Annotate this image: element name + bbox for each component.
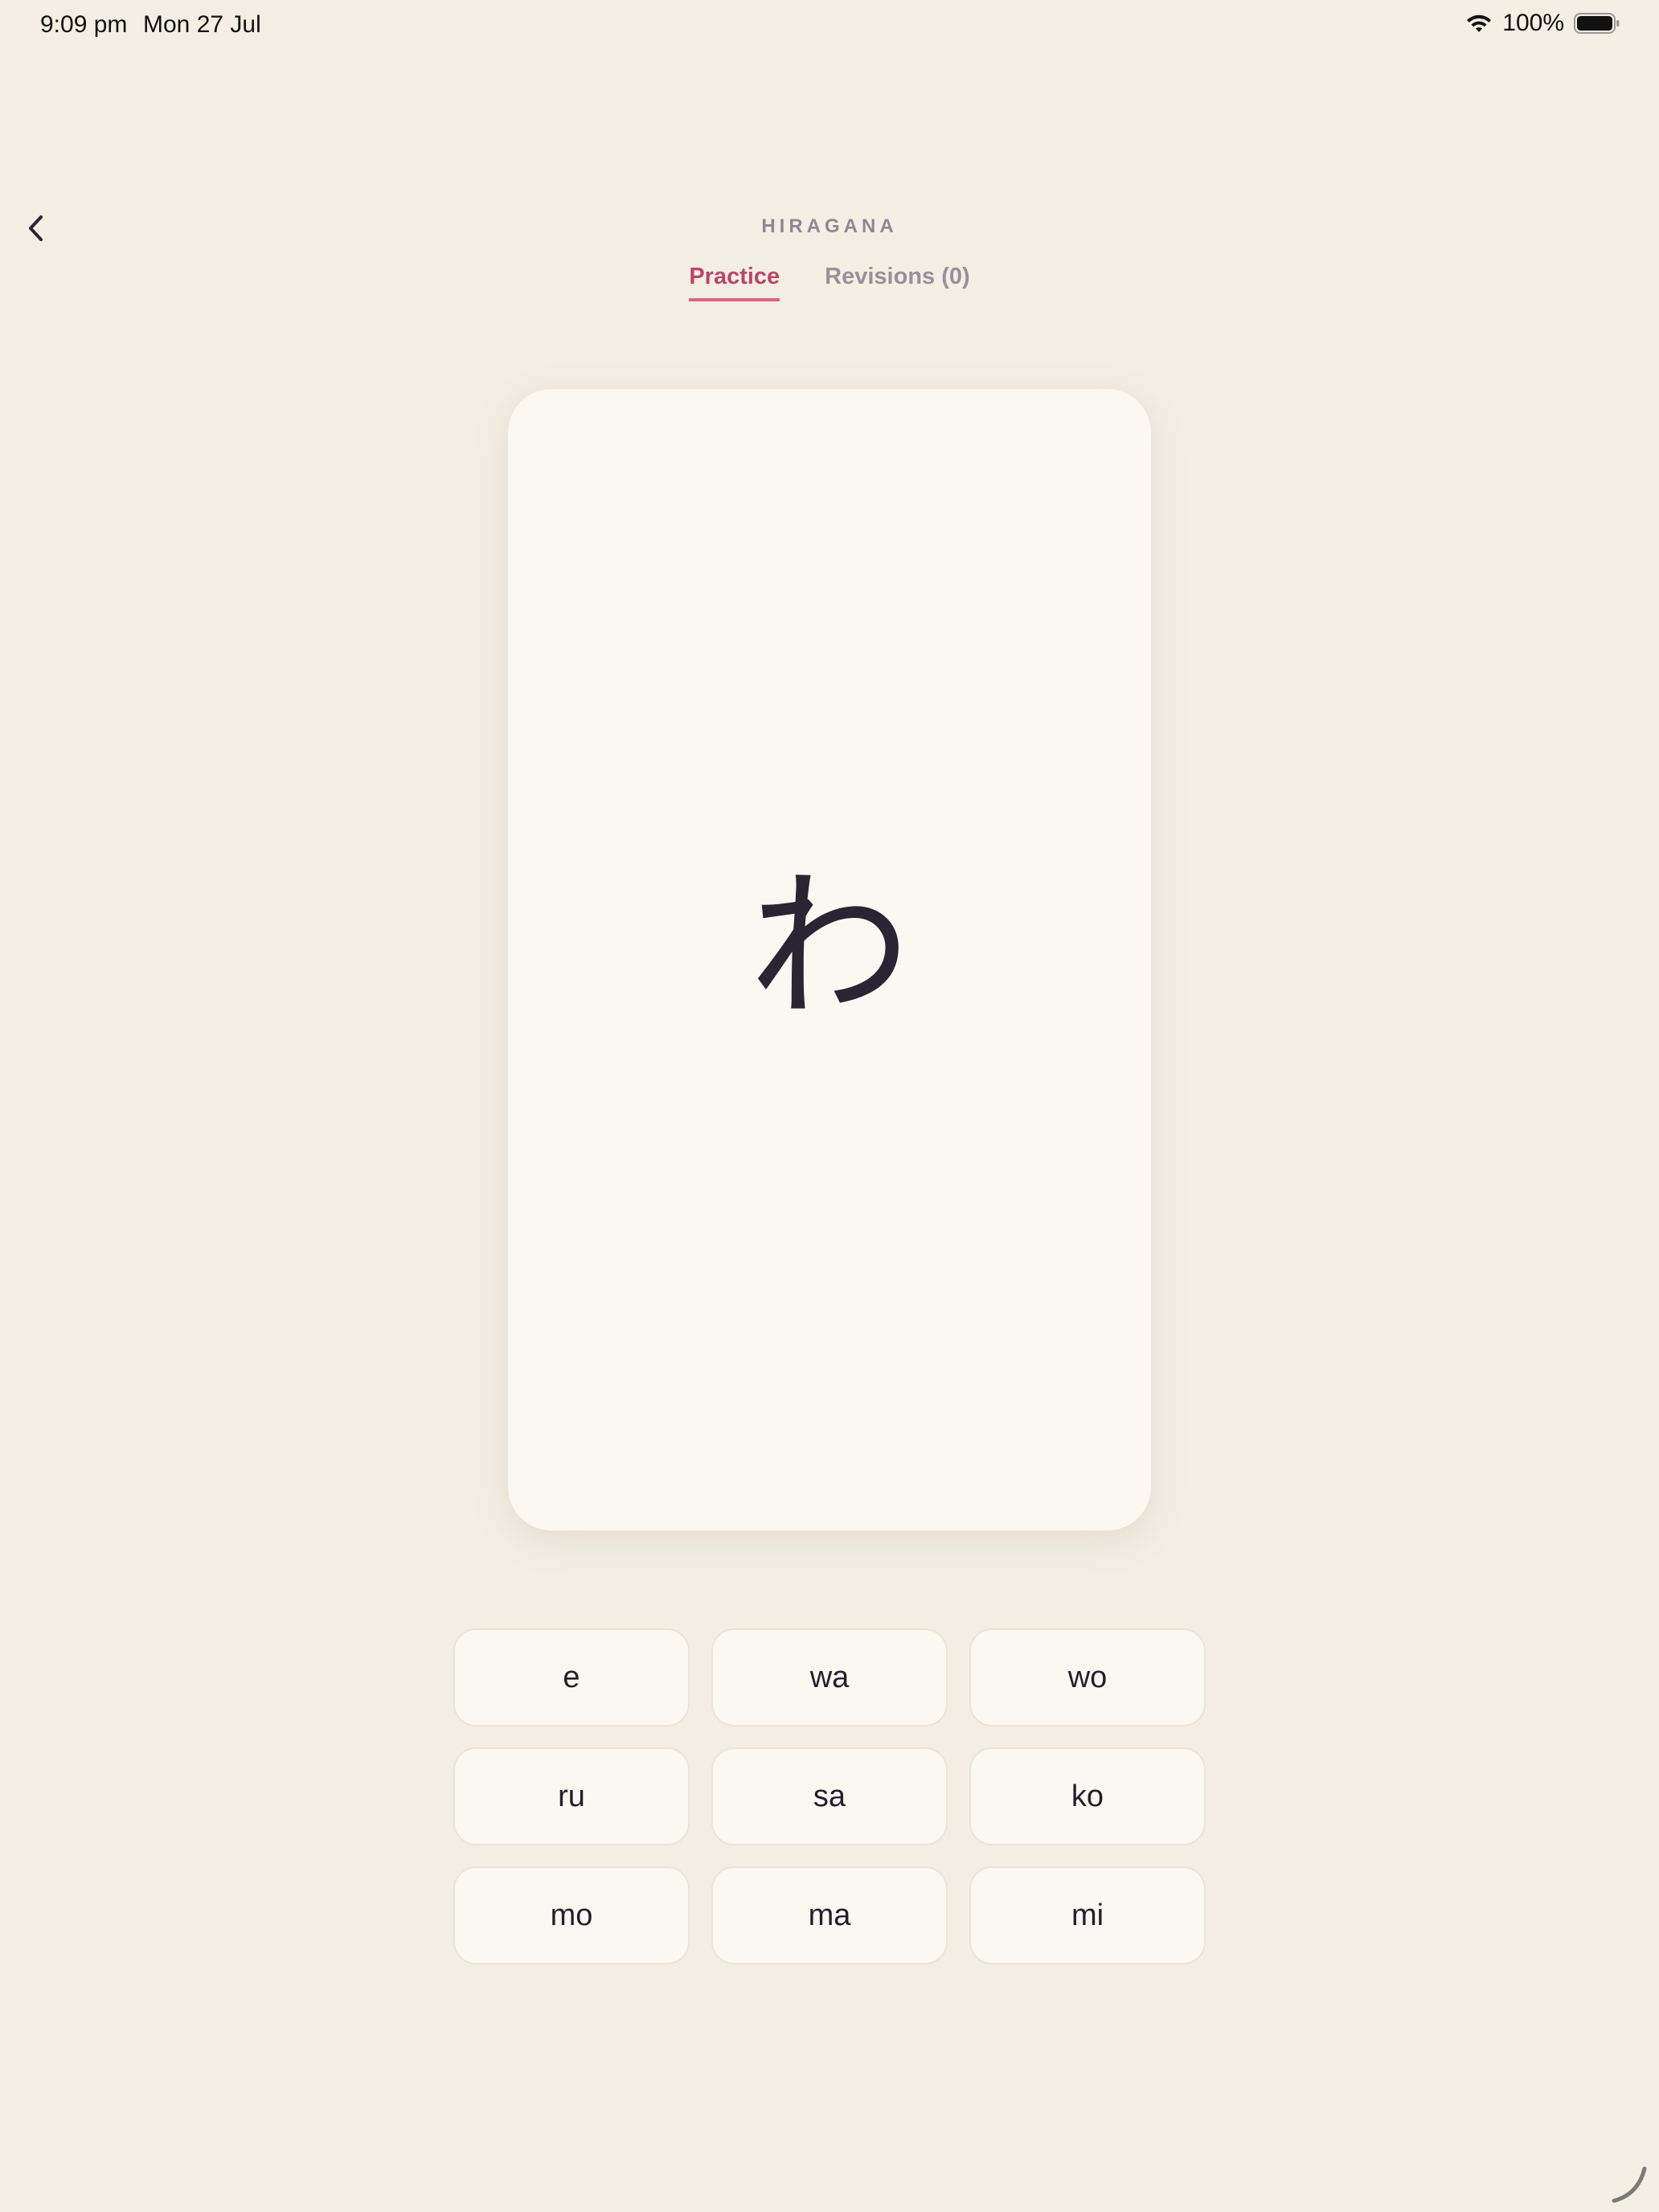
home-indicator[interactable] — [1608, 2162, 1651, 2206]
answer-button-ko[interactable]: ko — [969, 1747, 1206, 1845]
battery-icon — [1574, 13, 1620, 34]
tab-bar: Practice Revisions (0) — [0, 264, 1659, 301]
answer-button-mo[interactable]: mo — [453, 1866, 690, 1964]
answer-button-ru[interactable]: ru — [453, 1747, 690, 1845]
battery-percentage: 100% — [1502, 10, 1564, 36]
home-indicator-icon — [1612, 2166, 1647, 2203]
status-date: Mon 27 Jul — [143, 11, 261, 38]
tab-practice[interactable]: Practice — [689, 264, 780, 301]
answer-button-wa[interactable]: wa — [711, 1628, 948, 1727]
status-bar: 9:09 pm Mon 27 Jul 100% — [0, 0, 1659, 51]
status-indicators: 100% — [1465, 10, 1620, 37]
kana-character: わ — [748, 854, 910, 1041]
answer-button-wo[interactable]: wo — [969, 1628, 1206, 1727]
wifi-icon — [1467, 14, 1492, 32]
answer-button-ma[interactable]: ma — [711, 1866, 948, 1964]
tab-revisions[interactable]: Revisions (0) — [825, 264, 970, 301]
answer-button-mi[interactable]: mi — [969, 1866, 1206, 1964]
answer-grid: e wa wo ru sa ko mo ma mi — [453, 1628, 1206, 1964]
answer-button-e[interactable]: e — [453, 1628, 690, 1727]
status-time: 9:09 pm — [40, 11, 128, 38]
kana-flashcard: わ — [508, 389, 1151, 1530]
answer-button-sa[interactable]: sa — [711, 1747, 948, 1845]
section-title: HIRAGANA — [761, 215, 898, 237]
